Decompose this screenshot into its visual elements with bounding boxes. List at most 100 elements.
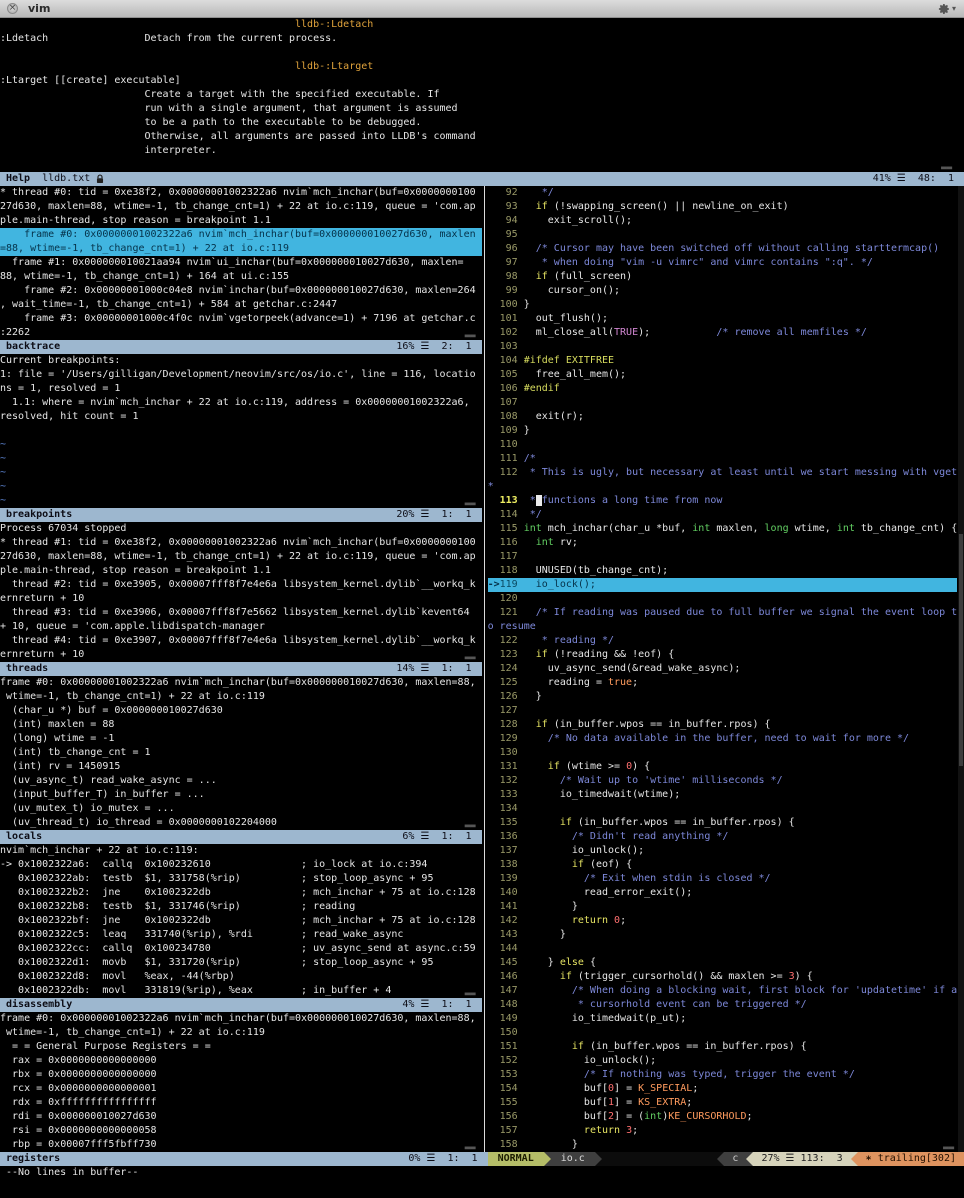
buffer-line[interactable]: 0x1002322d1: movb $1, 331720(%rip) ; sto… [0, 956, 482, 970]
source-line[interactable]: 139 /* Exit when stdin is closed */ [488, 872, 957, 886]
help-statusline[interactable]: Help lldb.txt 41% ☰ 48: 1 [0, 172, 964, 186]
buffer-line[interactable]: 0x1002322cc: callq 0x100234780 ; uv_asyn… [0, 942, 482, 956]
source-line[interactable]: 117 [488, 550, 957, 564]
source-line[interactable]: 157 return 3; [488, 1124, 957, 1138]
source-line[interactable]: 92 */ [488, 186, 957, 200]
buffer-line[interactable]: resolved, hit count = 1 [0, 410, 482, 424]
buffer-line[interactable]: = = General Purpose Registers = = [0, 1040, 482, 1054]
source-line[interactable]: 127 [488, 704, 957, 718]
source-line[interactable]: 133 io_timedwait(wtime); [488, 788, 957, 802]
source-line[interactable]: 115int mch_inchar(char_u *buf, int maxle… [488, 522, 957, 536]
source-line[interactable]: 136 /* Didn't read anything */ [488, 830, 957, 844]
buffer-line[interactable]: (int) maxlen = 88 [0, 718, 482, 732]
source-line[interactable]: 144 [488, 942, 957, 956]
buffer-line[interactable]: frame #0: 0x00000001002322a6 nvim`mch_in… [0, 228, 482, 242]
source-line[interactable]: 153 /* If nothing was typed, trigger the… [488, 1068, 957, 1082]
source-line[interactable]: 132 /* Wait up to 'wtime' milliseconds *… [488, 774, 957, 788]
disassembly-statusline[interactable]: disassembly4% ☰ 1: 1 [0, 998, 482, 1012]
buffer-line[interactable]: ~ [0, 480, 482, 494]
source-pane[interactable]: 92 */ 93 if (!swapping_screen() || newli… [488, 186, 957, 1152]
buffer-line[interactable]: ns = 1, resolved = 1 [0, 382, 482, 396]
source-line[interactable]: 106#endif [488, 382, 957, 396]
source-line[interactable]: 138 if (eof) { [488, 858, 957, 872]
buffer-line[interactable]: frame #0: 0x00000001002322a6 nvim`mch_in… [0, 676, 482, 690]
buffer-line[interactable]: interpreter. [0, 144, 964, 158]
breakpoints-pane[interactable]: Current breakpoints:1: file = '/Users/gi… [0, 354, 482, 508]
buffer-line[interactable]: rax = 0x0000000000000000 [0, 1054, 482, 1068]
buffer-line[interactable]: (uv_async_t) read_wake_async = ... [0, 774, 482, 788]
locals-pane[interactable]: frame #0: 0x00000001002322a6 nvim`mch_in… [0, 676, 482, 830]
buffer-line[interactable]: lldb-:Ltarget [0, 60, 964, 74]
command-line[interactable]: --No lines in buffer-- [0, 1166, 964, 1180]
buffer-line[interactable]: 0x1002322b2: jne 0x1002322db ; mch_incha… [0, 886, 482, 900]
source-line[interactable]: 151 if (in_buffer.wpos == in_buffer.rpos… [488, 1040, 957, 1054]
buffer-line[interactable]: rdx = 0xffffffffffffffff [0, 1096, 482, 1110]
buffer-line[interactable]: to be a path to the executable to be deb… [0, 116, 964, 130]
source-line[interactable]: 124 uv_async_send(&read_wake_async); [488, 662, 957, 676]
close-button[interactable]: × [7, 3, 18, 14]
buffer-line[interactable]: frame #0: 0x00000001002322a6 nvim`mch_in… [0, 1012, 482, 1026]
registers-statusline[interactable]: registers 0% ☰ 1: 1 [0, 1152, 488, 1166]
source-line[interactable]: 128 if (in_buffer.wpos == in_buffer.rpos… [488, 718, 957, 732]
source-line[interactable]: 118 UNUSED(tb_change_cnt); [488, 564, 957, 578]
source-line[interactable]: 135 if (in_buffer.wpos == in_buffer.rpos… [488, 816, 957, 830]
locals-statusline[interactable]: locals6% ☰ 1: 1 [0, 830, 482, 844]
buffer-line[interactable]: rdi = 0x000000010027d630 [0, 1110, 482, 1124]
source-line[interactable]: 131 if (wtime >= 0) { [488, 760, 957, 774]
source-line[interactable]: 108 exit(r); [488, 410, 957, 424]
source-line[interactable]: 123 if (!reading && !eof) { [488, 648, 957, 662]
source-line[interactable]: 97 * when doing "vim -u vimrc" and vimrc… [488, 256, 957, 270]
source-line[interactable]: 104#ifdef EXITFREE [488, 354, 957, 368]
source-line[interactable]: 95 [488, 228, 957, 242]
buffer-line[interactable]: * thread #1: tid = 0xe38f2, 0x0000000100… [0, 536, 482, 550]
source-line[interactable]: 125 reading = true; [488, 676, 957, 690]
buffer-line[interactable]: (uv_thread_t) io_thread = 0x000000010220… [0, 816, 482, 830]
buffer-line[interactable]: nvim`mch_inchar + 22 at io.c:119: [0, 844, 482, 858]
buffer-line[interactable]: + 10, queue = 'com.apple.libdispatch-man… [0, 620, 482, 634]
buffer-line[interactable]: 1: file = '/Users/gilligan/Development/n… [0, 368, 482, 382]
buffer-line[interactable] [0, 46, 964, 60]
source-line[interactable]: 143 } [488, 928, 957, 942]
buffer-line[interactable]: :Ltarget [[create] executable] [0, 74, 964, 88]
source-line[interactable]: 130 [488, 746, 957, 760]
disassembly-pane[interactable]: nvim`mch_inchar + 22 at io.c:119:-> 0x10… [0, 844, 482, 998]
source-line[interactable]: 93 if (!swapping_screen() || newline_on_… [488, 200, 957, 214]
source-line[interactable]: 102 ml_close_all(TRUE); /* remove all me… [488, 326, 957, 340]
threads-statusline[interactable]: threads14% ☰ 1: 1 [0, 662, 482, 676]
source-line[interactable]: 98 if (full_screen) [488, 270, 957, 284]
buffer-line[interactable]: rsi = 0x0000000000000058 [0, 1124, 482, 1138]
buffer-line[interactable]: :2262 [0, 326, 482, 340]
source-line[interactable]: 158 } [488, 1138, 957, 1152]
buffer-line[interactable]: (int) tb_change_cnt = 1 [0, 746, 482, 760]
registers-pane[interactable]: frame #0: 0x00000001002322a6 nvim`mch_in… [0, 1012, 482, 1152]
source-line[interactable]: 110 [488, 438, 957, 452]
source-line[interactable]: 126 } [488, 690, 957, 704]
buffer-line[interactable]: (char_u *) buf = 0x000000010027d630 [0, 704, 482, 718]
buffer-line[interactable]: (input_buffer_T) in_buffer = ... [0, 788, 482, 802]
buffer-line[interactable]: Process 67034 stopped [0, 522, 482, 536]
buffer-line[interactable]: 27d630, maxlen=88, wtime=-1, tb_change_c… [0, 200, 482, 214]
buffer-line[interactable]: 27d630, maxlen=88, wtime=-1, tb_change_c… [0, 550, 482, 564]
buffer-line[interactable] [0, 158, 964, 172]
buffer-line[interactable]: wtime=-1, tb_change_cnt=1) + 22 at io.c:… [0, 690, 482, 704]
buffer-line[interactable]: run with a single argument, that argumen… [0, 102, 964, 116]
buffer-line[interactable]: * thread #0: tid = 0xe38f2, 0x0000000100… [0, 186, 482, 200]
buffer-line[interactable]: (int) rv = 1450915 [0, 760, 482, 774]
source-line[interactable]: 113 * functions a long time from now [488, 494, 957, 508]
buffer-line[interactable]: ~ [0, 494, 482, 508]
source-line[interactable]: 152 io_unlock(); [488, 1054, 957, 1068]
source-line[interactable]: 109} [488, 424, 957, 438]
dropdown-caret-icon[interactable]: ▾ [952, 2, 956, 16]
buffer-line[interactable]: ple.main-thread, stop reason = breakpoin… [0, 214, 482, 228]
buffer-line[interactable]: (long) wtime = -1 [0, 732, 482, 746]
buffer-line[interactable]: 0x1002322db: movl 331819(%rip), %eax ; i… [0, 984, 482, 998]
source-line[interactable]: * [488, 480, 957, 494]
source-line[interactable]: 145 } else { [488, 956, 957, 970]
buffer-line[interactable]: 88, wtime=-1, tb_change_cnt=1) + 164 at … [0, 270, 482, 284]
buffer-line[interactable]: thread #2: tid = 0xe3905, 0x00007fff8f7e… [0, 578, 482, 592]
scrollbar-thumb[interactable] [959, 534, 963, 766]
gear-icon[interactable] [938, 3, 950, 15]
source-line[interactable]: 154 buf[0] = K_SPECIAL; [488, 1082, 957, 1096]
buffer-line[interactable]: 0x1002322d8: movl %eax, -44(%rbp) [0, 970, 482, 984]
buffer-line[interactable]: 0x1002322c5: leaq 331740(%rip), %rdi ; r… [0, 928, 482, 942]
